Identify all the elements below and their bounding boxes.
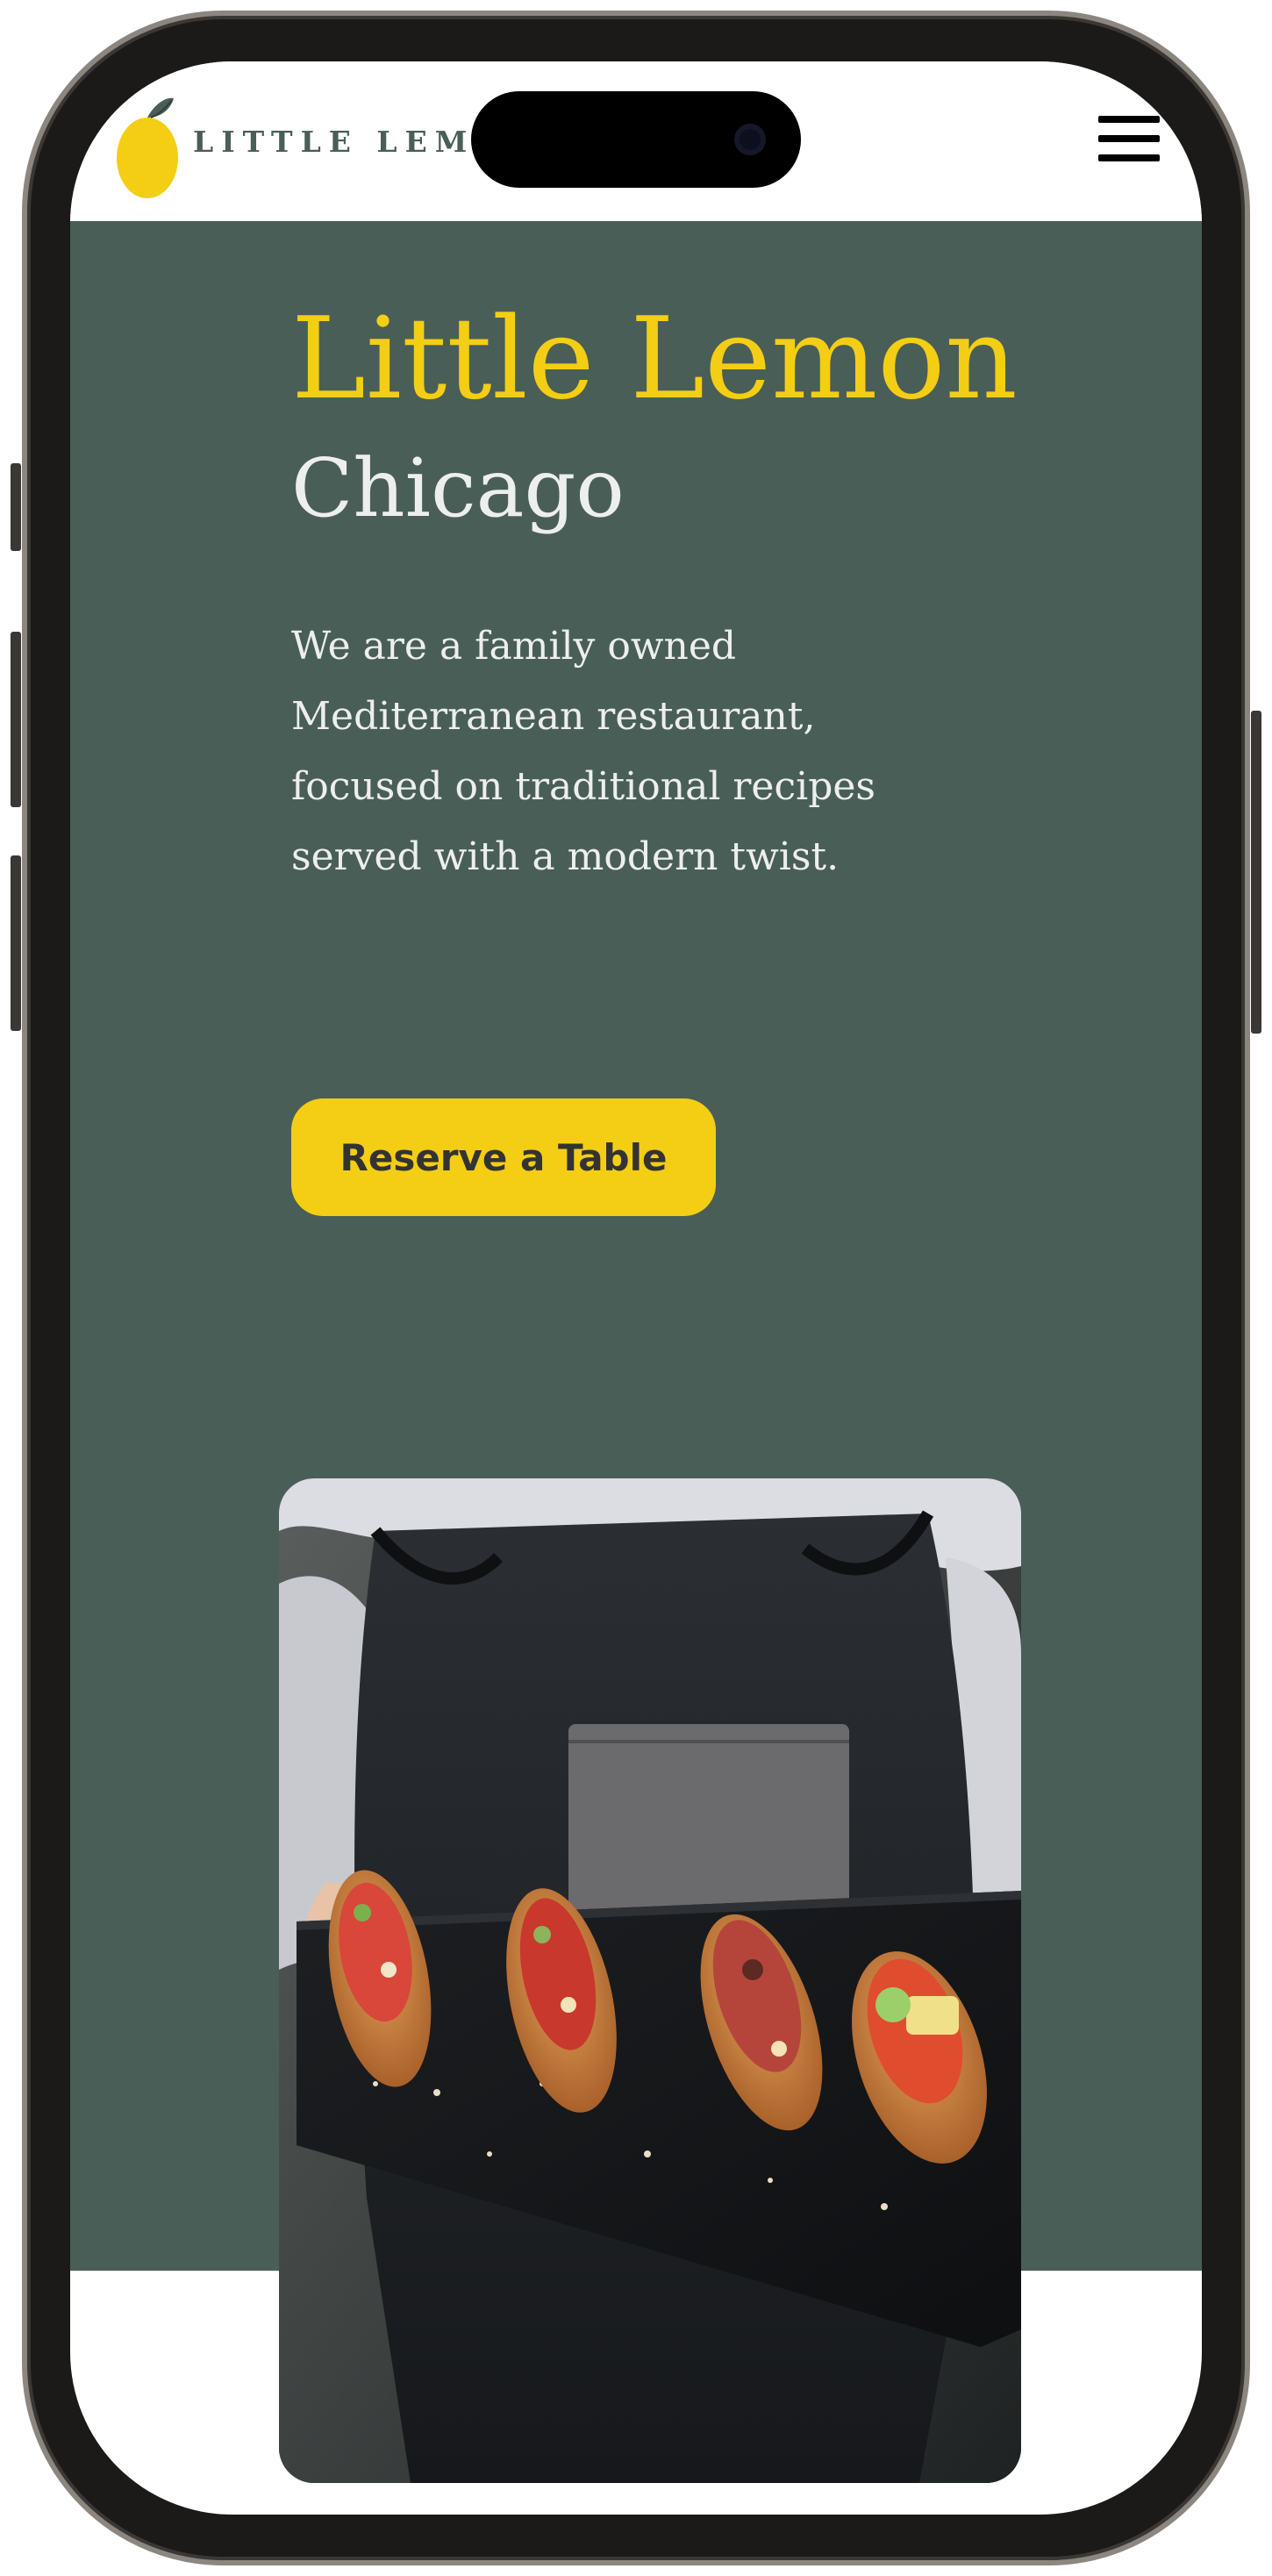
dynamic-island [471, 91, 801, 188]
hero-section: Little Lemon Chicago We are a family own… [70, 221, 1202, 2483]
chef-with-platter-illustration [279, 1478, 1021, 2483]
reserve-table-button[interactable]: Reserve a Table [291, 1098, 716, 1216]
hamburger-menu-icon[interactable] [1098, 116, 1160, 161]
logo-wordmark[interactable]: LITTLE LEMO [193, 125, 508, 159]
lemon-icon[interactable] [105, 88, 206, 202]
phone-screen: LITTLE LEMO Little Lemon Chicago We are … [70, 61, 1202, 2515]
hero-description: We are a family owned Mediterranean rest… [291, 624, 875, 879]
power-button [1251, 711, 1261, 1034]
hero-subtitle: Chicago [291, 441, 625, 535]
volume-down-button [11, 855, 21, 1031]
hero-title: Little Lemon [291, 294, 1018, 425]
hero-food-image [279, 1478, 1021, 2483]
front-camera-icon [734, 124, 766, 155]
top-nav-bar: LITTLE LEMO [70, 61, 1202, 221]
action-button [11, 463, 21, 551]
volume-up-button [11, 632, 21, 807]
